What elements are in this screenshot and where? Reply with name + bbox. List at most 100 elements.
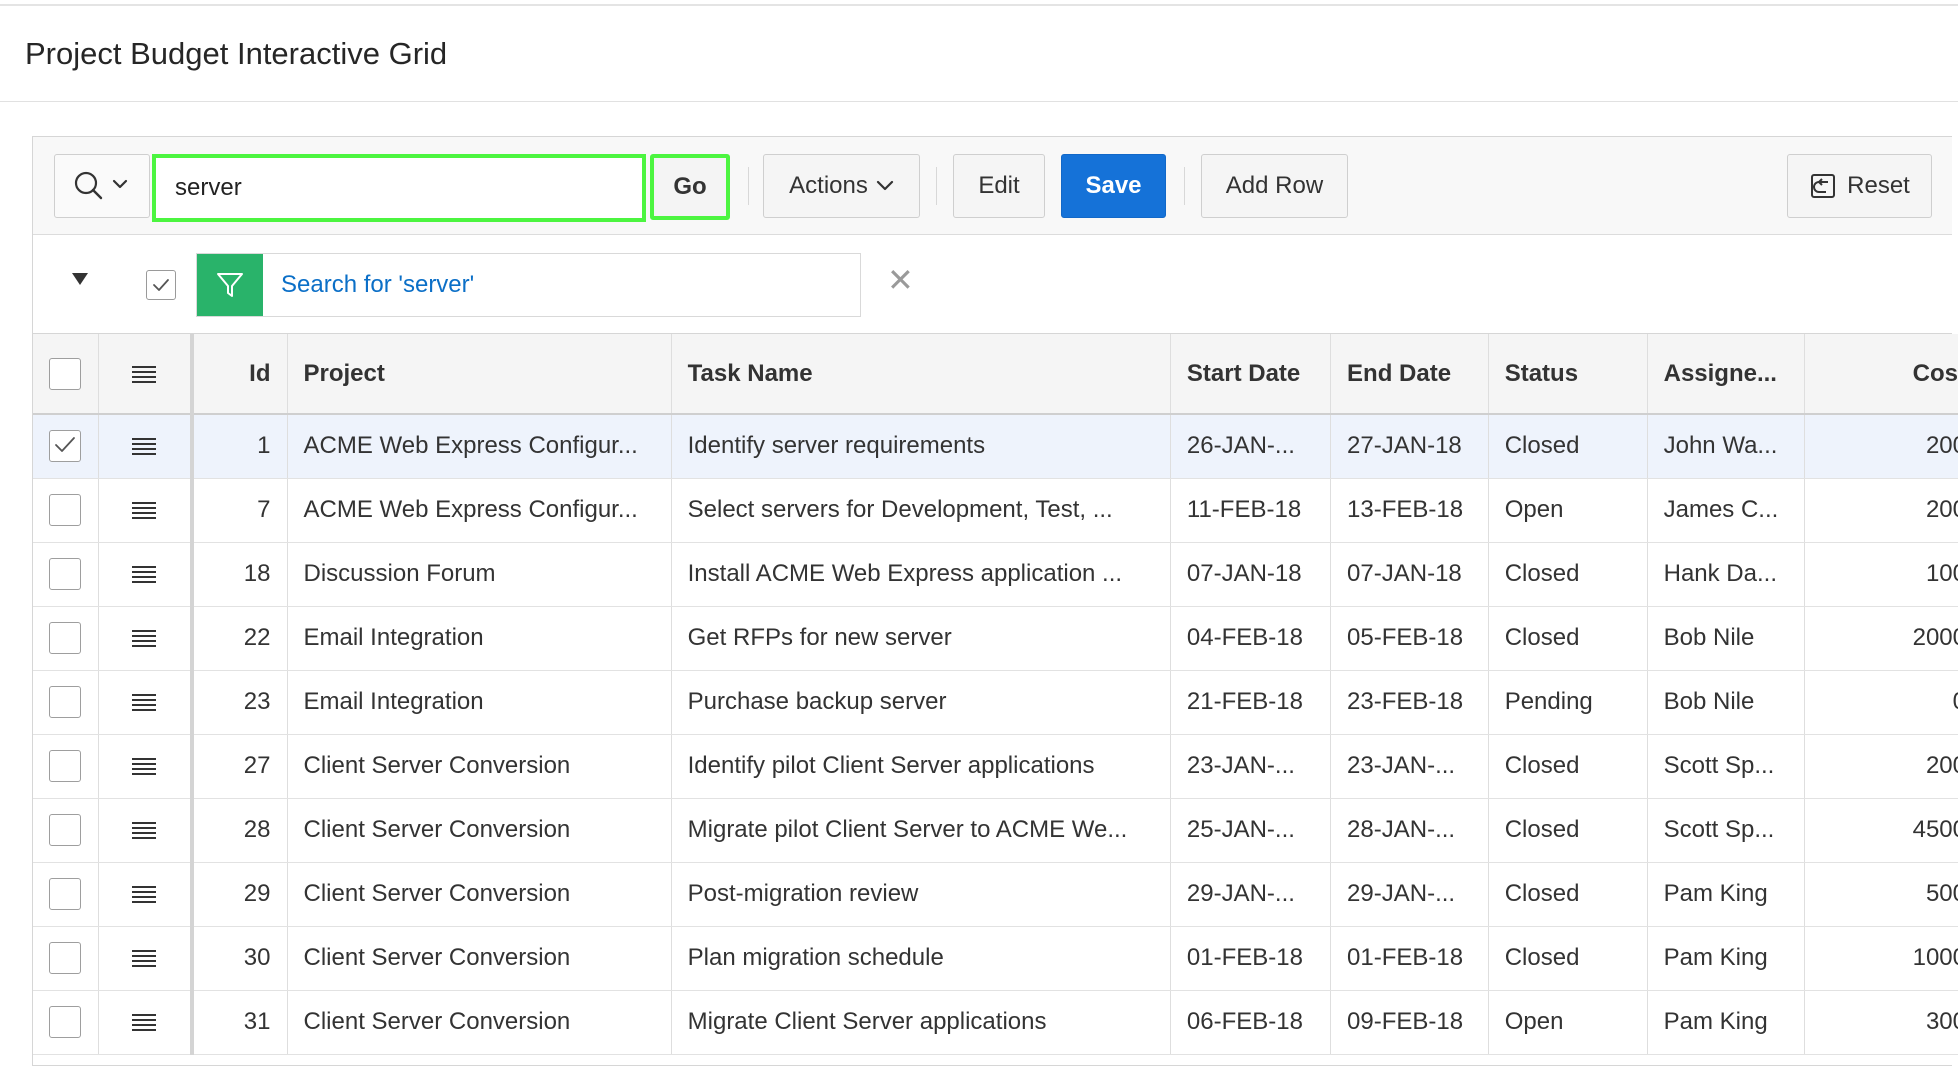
- cell-start-date[interactable]: 04-FEB-18: [1170, 606, 1332, 671]
- cell-assignee[interactable]: Pam King: [1647, 990, 1806, 1055]
- cell-start-date[interactable]: 11-FEB-18: [1170, 478, 1332, 543]
- cell-project[interactable]: Email Integration: [287, 606, 672, 671]
- row-actions-menu-icon[interactable]: [132, 563, 157, 586]
- cell-assignee[interactable]: Scott Sp...: [1647, 798, 1806, 863]
- cell-id[interactable]: 29: [191, 862, 288, 927]
- cell-project[interactable]: Client Server Conversion: [287, 862, 672, 927]
- cell-cost[interactable]: 2000: [1804, 606, 1958, 671]
- column-header-id[interactable]: Id: [191, 334, 288, 415]
- cell-start-date[interactable]: 06-FEB-18: [1170, 990, 1332, 1055]
- row-actions-menu-icon[interactable]: [132, 499, 157, 522]
- cell-end-date[interactable]: 23-FEB-18: [1330, 670, 1489, 735]
- search-column-menu-button[interactable]: [54, 154, 150, 218]
- table-row[interactable]: 29 Client Server Conversion Post-migration…: [33, 862, 1958, 927]
- cell-assignee[interactable]: Bob Nile: [1647, 670, 1806, 735]
- cell-assignee[interactable]: John Wa...: [1647, 414, 1806, 479]
- cell-task-name[interactable]: Get RFPs for new server: [671, 606, 1171, 671]
- cell-cost[interactable]: 1000: [1804, 926, 1958, 991]
- cell-project[interactable]: ACME Web Express Configur...: [287, 414, 672, 479]
- column-header-project[interactable]: Project: [287, 334, 672, 415]
- column-header-task-name[interactable]: Task Name: [671, 334, 1171, 415]
- table-row[interactable]: 30 Client Server Conversion Plan migration…: [33, 926, 1958, 991]
- reset-button[interactable]: Reset: [1787, 154, 1932, 218]
- cell-status[interactable]: Closed: [1488, 798, 1648, 863]
- cell-project[interactable]: Client Server Conversion: [287, 734, 672, 799]
- filter-enabled-checkbox[interactable]: [146, 270, 176, 300]
- row-select-checkbox[interactable]: [49, 686, 82, 718]
- cell-end-date[interactable]: 09-FEB-18: [1330, 990, 1489, 1055]
- cell-status[interactable]: Closed: [1488, 542, 1648, 607]
- cell-end-date[interactable]: 29-JAN-...: [1330, 862, 1489, 927]
- cell-project[interactable]: Client Server Conversion: [287, 798, 672, 863]
- cell-cost[interactable]: 100: [1804, 542, 1958, 607]
- row-actions-menu-icon[interactable]: [132, 883, 157, 906]
- cell-task-name[interactable]: Post-migration review: [671, 862, 1171, 927]
- table-row[interactable]: 23 Email Integration Purchase backup serve…: [33, 670, 1958, 735]
- table-row[interactable]: 22 Email Integration Get RFPs for new serv…: [33, 606, 1958, 671]
- cell-end-date[interactable]: 01-FEB-18: [1330, 926, 1489, 991]
- cell-status[interactable]: Open: [1488, 478, 1648, 543]
- cell-task-name[interactable]: Identify server requirements: [671, 414, 1171, 479]
- cell-assignee[interactable]: James C...: [1647, 478, 1806, 543]
- cell-cost[interactable]: 200: [1804, 478, 1958, 543]
- cell-id[interactable]: 27: [191, 734, 288, 799]
- cell-start-date[interactable]: 21-FEB-18: [1170, 670, 1332, 735]
- cell-start-date[interactable]: 23-JAN-...: [1170, 734, 1332, 799]
- column-header-status[interactable]: Status: [1488, 334, 1648, 415]
- column-header-assignee[interactable]: Assigne...: [1647, 334, 1806, 415]
- row-actions-menu-icon[interactable]: [132, 627, 157, 650]
- cell-cost[interactable]: 500: [1804, 862, 1958, 927]
- go-button[interactable]: Go: [650, 154, 730, 220]
- cell-assignee[interactable]: Pam King: [1647, 862, 1806, 927]
- select-all-checkbox[interactable]: [49, 357, 82, 390]
- cell-cost[interactable]: 0: [1804, 670, 1958, 735]
- column-header-start-date[interactable]: Start Date: [1170, 334, 1332, 415]
- cell-end-date[interactable]: 07-JAN-18: [1330, 542, 1489, 607]
- row-actions-menu-icon[interactable]: [132, 819, 157, 842]
- cell-id[interactable]: 30: [191, 926, 288, 991]
- cell-task-name[interactable]: Migrate pilot Client Server to ACME We..…: [671, 798, 1171, 863]
- cell-task-name[interactable]: Purchase backup server: [671, 670, 1171, 735]
- cell-id[interactable]: 31: [191, 990, 288, 1055]
- collapse-toggle-icon[interactable]: [72, 273, 88, 285]
- cell-id[interactable]: 28: [191, 798, 288, 863]
- cell-end-date[interactable]: 27-JAN-18: [1330, 414, 1489, 479]
- filter-text[interactable]: Search for 'server': [281, 254, 474, 316]
- row-select-checkbox[interactable]: [49, 494, 82, 526]
- cell-status[interactable]: Closed: [1488, 734, 1648, 799]
- cell-start-date[interactable]: 25-JAN-...: [1170, 798, 1332, 863]
- cell-status[interactable]: Closed: [1488, 926, 1648, 991]
- table-row[interactable]: 28 Client Server Conversion Migrate pilot …: [33, 798, 1958, 863]
- row-select-checkbox[interactable]: [49, 1006, 82, 1038]
- cell-assignee[interactable]: Scott Sp...: [1647, 734, 1806, 799]
- table-row[interactable]: 27 Client Server Conversion Identify pilot…: [33, 734, 1958, 799]
- table-row[interactable]: 7 ACME Web Express Configur... Select serv…: [33, 478, 1958, 543]
- hamburger-icon[interactable]: [132, 363, 157, 386]
- cell-status[interactable]: Open: [1488, 990, 1648, 1055]
- cell-project[interactable]: Client Server Conversion: [287, 990, 672, 1055]
- cell-id[interactable]: 1: [191, 414, 288, 479]
- cell-cost[interactable]: 4500: [1804, 798, 1958, 863]
- cell-end-date[interactable]: 05-FEB-18: [1330, 606, 1489, 671]
- cell-end-date[interactable]: 28-JAN-...: [1330, 798, 1489, 863]
- cell-start-date[interactable]: 01-FEB-18: [1170, 926, 1332, 991]
- cell-cost[interactable]: 200: [1804, 414, 1958, 479]
- cell-end-date[interactable]: 23-JAN-...: [1330, 734, 1489, 799]
- row-select-checkbox[interactable]: [49, 814, 82, 846]
- cell-project[interactable]: Discussion Forum: [287, 542, 672, 607]
- cell-task-name[interactable]: Select servers for Development, Test, ..…: [671, 478, 1171, 543]
- cell-status[interactable]: Pending: [1488, 670, 1648, 735]
- cell-start-date[interactable]: 07-JAN-18: [1170, 542, 1332, 607]
- cell-task-name[interactable]: Migrate Client Server applications: [671, 990, 1171, 1055]
- cell-id[interactable]: 23: [191, 670, 288, 735]
- search-input[interactable]: server: [152, 154, 646, 222]
- actions-menu-button[interactable]: Actions: [763, 154, 920, 218]
- cell-project[interactable]: Client Server Conversion: [287, 926, 672, 991]
- row-actions-menu-icon[interactable]: [132, 1011, 157, 1034]
- row-select-checkbox[interactable]: [49, 878, 82, 910]
- edit-button[interactable]: Edit: [953, 154, 1045, 218]
- row-select-checkbox[interactable]: [49, 750, 82, 782]
- cell-cost[interactable]: 200: [1804, 734, 1958, 799]
- cell-task-name[interactable]: Plan migration schedule: [671, 926, 1171, 991]
- cell-id[interactable]: 7: [191, 478, 288, 543]
